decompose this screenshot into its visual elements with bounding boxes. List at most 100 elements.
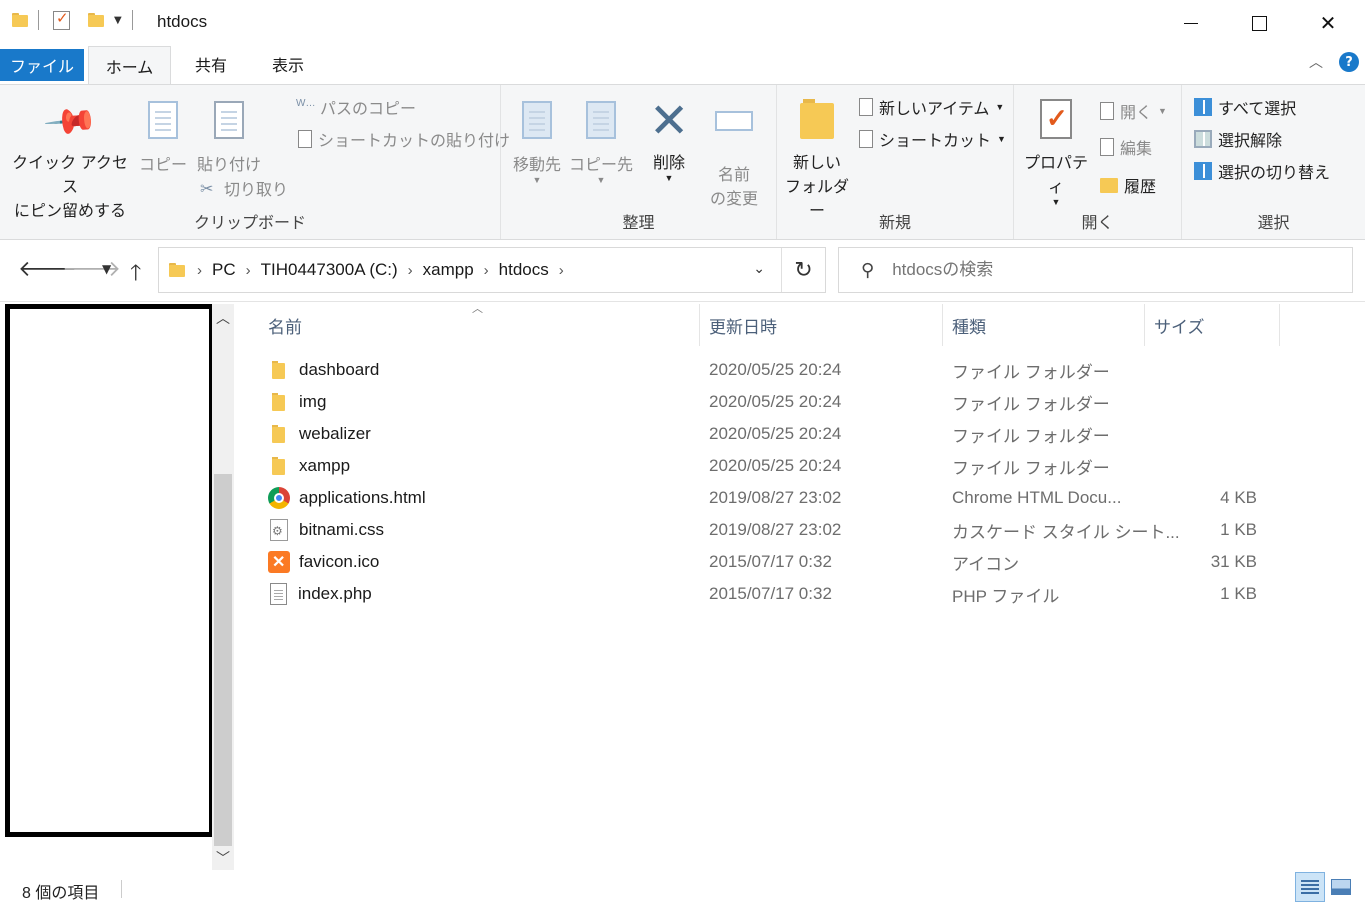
move-to-icon [522, 101, 552, 139]
tab-share[interactable]: 共有 [171, 47, 251, 81]
file-size: 31 KB [1210, 552, 1257, 571]
maximize-button[interactable] [1225, 0, 1293, 46]
file-type: ファイル フォルダー [952, 394, 1110, 414]
select-none-button[interactable]: 選択解除 [1194, 127, 1282, 151]
up-button[interactable]: 🡑 [130, 256, 141, 294]
collapse-ribbon-button[interactable]: ︿ [1309, 52, 1323, 72]
new-item-dropdown-icon: ▼ [995, 102, 1005, 112]
chevron-right-icon: › [245, 261, 251, 279]
chevron-right-icon: › [197, 261, 202, 279]
file-type: アイコン [952, 554, 1020, 574]
file-name-cell: xampp [268, 450, 350, 482]
help-button[interactable]: ? [1339, 52, 1359, 72]
file-name: dashboard [299, 360, 380, 379]
rename-label-2: の変更 [709, 191, 758, 208]
file-name: xampp [299, 456, 351, 475]
file-name: img [299, 392, 327, 411]
tab-file[interactable]: ファイル [0, 49, 84, 81]
details-view-button[interactable] [1295, 872, 1325, 902]
recent-locations-button[interactable]: ▼ [102, 262, 111, 276]
minimize-button[interactable] [1157, 0, 1225, 46]
properties-button[interactable]: ✓ プロパティ ▼ [1018, 99, 1094, 207]
address-bar[interactable]: › PC › TIH0447300A (C:) › xampp › htdocs… [158, 247, 826, 293]
scroll-down-icon[interactable]: ﹀ [212, 848, 234, 868]
new-folder-button[interactable]: 新しい フォルダー [779, 99, 855, 221]
column-header-name[interactable]: 名前 [260, 304, 700, 346]
rename-button[interactable]: 名前 の変更 [705, 99, 763, 209]
copy-path-button[interactable]: W… パスのコピー [296, 95, 416, 119]
scissors-icon: ✂ [200, 181, 214, 198]
file-row[interactable]: xampp 2020/05/25 20:24 ファイル フォルダー [260, 450, 1280, 482]
breadcrumb-htdocs[interactable]: htdocs [499, 260, 549, 280]
paste-button[interactable]: 貼り付け [193, 99, 265, 175]
large-icons-view-button[interactable] [1326, 872, 1356, 902]
column-header-size[interactable]: サイズ [1146, 304, 1280, 346]
refresh-button[interactable]: ↻ [781, 248, 825, 292]
file-name-cell: dashboard [268, 354, 379, 386]
breadcrumb-drive[interactable]: TIH0447300A (C:) [261, 260, 398, 280]
copy-to-button[interactable]: コピー先 ▼ [569, 99, 633, 185]
tab-home[interactable]: ホーム [88, 46, 171, 84]
file-row[interactable]: index.php 2015/07/17 0:32 PHP ファイル 1 KB [260, 578, 1280, 610]
new-group: 新しい フォルダー 新しいアイテム ▼ ショートカット ▼ 新規 [777, 85, 1014, 239]
delete-button[interactable]: ✕ 削除 ▼ [644, 98, 694, 184]
breadcrumb-xampp[interactable]: xampp [423, 260, 474, 280]
new-folder-label-1: 新しい [792, 155, 841, 172]
copy-icon [148, 101, 178, 139]
file-date: 2015/07/17 0:32 [709, 584, 832, 603]
invert-selection-button[interactable]: 選択の切り替え [1194, 159, 1330, 183]
new-folder-qat-button[interactable] [88, 13, 104, 27]
paste-shortcut-button[interactable]: ショートカットの貼り付け [298, 127, 510, 151]
new-item-button[interactable]: 新しいアイテム ▼ [859, 95, 1004, 119]
customize-qat-dropdown[interactable]: ▼ [114, 15, 122, 26]
select-all-button[interactable]: すべて選択 [1194, 95, 1296, 119]
shortcut-icon [859, 130, 873, 148]
navigation-pane[interactable] [5, 304, 214, 837]
rename-label-1: 名前 [717, 167, 750, 184]
file-date: 2019/08/27 23:02 [709, 488, 842, 507]
file-row[interactable]: favicon.ico 2015/07/17 0:32 アイコン 31 KB [260, 546, 1280, 578]
file-row[interactable]: img 2020/05/25 20:24 ファイル フォルダー [260, 386, 1280, 418]
file-name: applications.html [299, 488, 426, 507]
column-header-date[interactable]: 更新日時 [701, 304, 943, 346]
search-input[interactable] [892, 260, 1313, 280]
cut-button[interactable]: ✂ 切り取り [200, 176, 288, 200]
folder-icon [268, 391, 290, 413]
copy-button[interactable]: コピー [138, 99, 188, 175]
move-to-button[interactable]: 移動先 ▼ [507, 99, 567, 185]
column-header-type[interactable]: 種類 [944, 304, 1145, 346]
breadcrumb-pc[interactable]: PC [212, 260, 236, 280]
file-row[interactable]: bitnami.css2019/08/27 23:02カスケード スタイル シー… [260, 514, 1280, 546]
copy-to-label: コピー先 [569, 157, 634, 174]
navigation-pane-scrollbar[interactable]: ︿ ﹀ [212, 304, 234, 870]
history-button[interactable]: 履歴 [1100, 173, 1156, 197]
file-row[interactable]: dashboard 2020/05/25 20:24 ファイル フォルダー [260, 354, 1280, 386]
search-box[interactable]: ⚲ [838, 247, 1353, 293]
folder-icon [268, 359, 290, 381]
organize-group: 移動先 ▼ コピー先 ▼ ✕ 削除 ▼ 名前 の変更 整理 [501, 85, 777, 239]
file-date: 2020/05/25 20:24 [709, 456, 842, 475]
close-button[interactable]: ✕ [1294, 0, 1362, 46]
open-button[interactable]: 開く ▼ [1100, 99, 1167, 123]
copy-label: コピー [138, 157, 187, 174]
file-row[interactable]: applications.html 2019/08/27 23:02 Chrome … [260, 482, 1280, 514]
delete-icon: ✕ [649, 95, 690, 148]
file-name-cell: applications.html [268, 482, 426, 514]
file-date: 2015/07/17 0:32 [709, 552, 832, 571]
pin-quick-access-button[interactable]: 📌 クイック アクセス にピン留めする [8, 94, 132, 221]
file-size: 1 KB [1220, 584, 1257, 603]
select-group: すべて選択 選択解除 選択の切り替え 選択 [1182, 85, 1365, 239]
file-name-cell: index.php [268, 578, 372, 610]
shortcut-button[interactable]: ショートカット ▼ [859, 127, 1006, 151]
forward-button[interactable]: 🡒 [62, 256, 121, 282]
scroll-thumb[interactable] [214, 474, 232, 846]
address-dropdown-button[interactable]: ⌄ [753, 260, 765, 277]
select-none-icon [1194, 130, 1212, 148]
properties-qat-button[interactable]: ✓ [53, 9, 70, 30]
file-row[interactable]: webalizer 2020/05/25 20:24 ファイル フォルダー [260, 418, 1280, 450]
scroll-up-icon[interactable]: ︿ [212, 308, 234, 328]
tab-view[interactable]: 表示 [251, 47, 325, 81]
file-name-cell: img [268, 386, 326, 418]
paste-label: 貼り付け [196, 157, 261, 174]
edit-button[interactable]: 編集 [1100, 135, 1152, 159]
